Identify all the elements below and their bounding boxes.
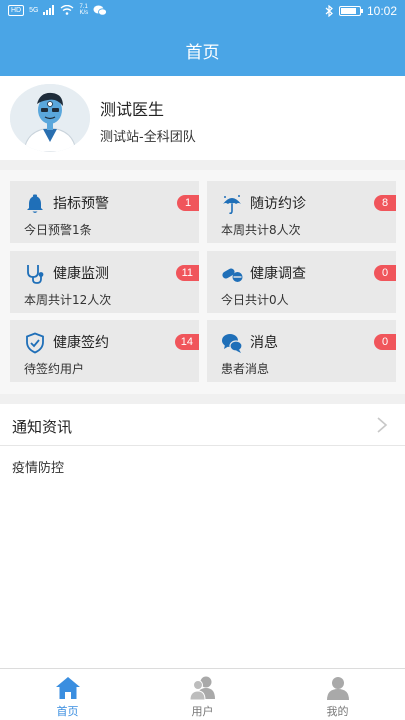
card-subtitle: 今日共计0人 — [221, 293, 289, 307]
bluetooth-icon — [325, 5, 333, 17]
chat-icon — [222, 334, 243, 353]
pill-icon — [222, 268, 243, 282]
count-badge: 8 — [374, 195, 396, 211]
section-divider — [0, 160, 405, 170]
users-icon — [189, 676, 215, 701]
status-left: HD 5G 7.1 K/s — [8, 4, 108, 16]
card-title: 健康签约 — [53, 335, 109, 351]
count-badge: 0 — [374, 265, 396, 281]
card-title: 消息 — [250, 335, 278, 351]
status-right: 10:02 — [325, 4, 397, 18]
card-messages[interactable]: 消息 患者消息 0 — [207, 320, 396, 382]
network-type: HD — [8, 4, 25, 16]
wechat-icon — [93, 5, 108, 16]
card-title: 随访约诊 — [250, 196, 306, 212]
doctor-profile[interactable]: 测试医生 测试站-全科团队 — [0, 76, 405, 160]
tab-home[interactable]: 首页 — [0, 669, 135, 720]
chevron-right-icon[interactable] — [375, 416, 389, 434]
news-section-header[interactable]: 通知资讯 — [0, 404, 405, 446]
bottom-tab-bar: 首页 用户 我的 — [0, 668, 405, 720]
news-item[interactable]: 疫情防控 — [12, 457, 64, 476]
card-followup[interactable]: 随访约诊 本周共计8人次 8 — [207, 181, 396, 243]
card-title: 健康监测 — [53, 266, 109, 282]
shield-check-icon — [26, 332, 44, 354]
feature-grid: 指标预警 今日预警1条 1 随访约诊 本周共计8人次 8 健康监测 本周共计12… — [0, 170, 405, 394]
tab-label: 用户 — [191, 705, 214, 718]
person-icon — [327, 677, 349, 700]
section-divider — [0, 394, 405, 404]
signal-icon — [43, 5, 55, 15]
net-speed: 7.1 K/s — [79, 4, 88, 16]
umbrella-icon — [223, 195, 241, 215]
doctor-avatar-illustration — [10, 84, 90, 152]
count-badge: 14 — [174, 334, 199, 350]
battery-icon — [338, 6, 363, 16]
bell-icon — [27, 194, 43, 213]
home-icon — [56, 677, 80, 699]
doctor-avatar[interactable] — [10, 84, 90, 152]
card-subtitle: 本周共计8人次 — [221, 223, 301, 237]
card-title: 指标预警 — [53, 196, 109, 212]
card-subtitle: 待签约用户 — [24, 362, 85, 376]
card-health-survey[interactable]: 健康调查 今日共计0人 0 — [207, 251, 396, 313]
card-title: 健康调查 — [250, 266, 306, 282]
status-time: 10:02 — [366, 4, 397, 18]
tab-label: 我的 — [326, 705, 349, 718]
doctor-name: 测试医生 — [100, 100, 165, 119]
battery-fill — [340, 8, 356, 14]
count-badge: 0 — [374, 334, 396, 350]
tab-users[interactable]: 用户 — [135, 669, 270, 720]
card-subtitle: 今日预警1条 — [24, 223, 92, 237]
page-title: 首页 — [185, 43, 220, 63]
card-subtitle: 患者消息 — [221, 362, 270, 376]
tab-label: 首页 — [56, 705, 79, 718]
signal-label: 5G — [29, 6, 39, 14]
tab-me[interactable]: 我的 — [270, 669, 405, 720]
doctor-team: 测试站-全科团队 — [100, 130, 196, 145]
card-indicator-alert[interactable]: 指标预警 今日预警1条 1 — [10, 181, 199, 243]
card-subtitle: 本周共计12人次 — [24, 293, 112, 307]
count-badge: 11 — [175, 265, 199, 281]
wifi-icon — [61, 5, 74, 15]
card-health-contract[interactable]: 健康签约 待签约用户 14 — [10, 320, 199, 382]
card-health-monitor[interactable]: 健康监测 本周共计12人次 11 — [10, 251, 199, 313]
top-bar: HD 5G 7.1 K/s 10:02 首页 — [0, 0, 405, 76]
net-speed-unit: K/s — [79, 10, 89, 16]
count-badge: 1 — [177, 195, 199, 211]
status-bar: HD 5G 7.1 K/s 10:02 — [0, 0, 405, 24]
stethoscope-icon — [27, 265, 44, 284]
news-title: 通知资讯 — [12, 418, 73, 436]
